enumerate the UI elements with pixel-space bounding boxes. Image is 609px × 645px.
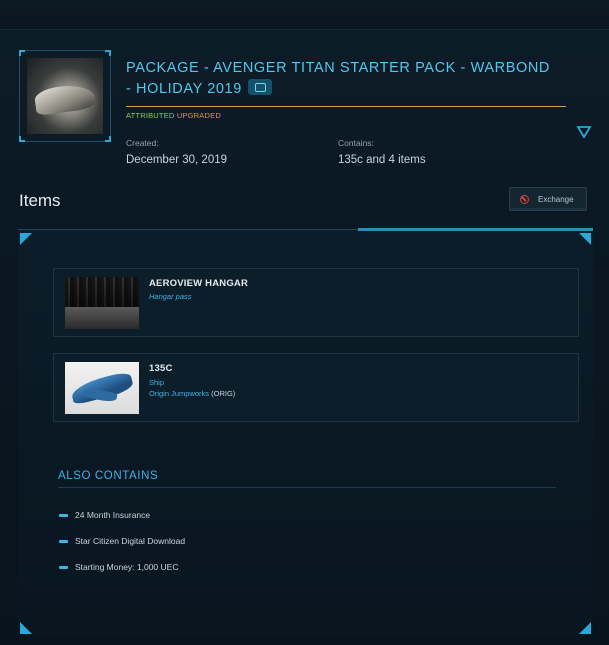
upgraded-flag: UPGRADED: [176, 111, 221, 120]
also-contains-item: Starting Money: 1,000 UEC: [75, 562, 179, 572]
gift-icon[interactable]: [247, 79, 272, 96]
no-entry-icon: [520, 194, 529, 204]
manufacturer-name: Origin Jumpworks: [149, 389, 210, 398]
contains-label: Contains:: [338, 138, 374, 148]
bullet-icon: [59, 566, 68, 569]
package-title: PACKAGE - AVENGER TITAN STARTER PACK - W…: [126, 58, 556, 100]
also-contains-heading: ALSO CONTAINS: [58, 470, 159, 482]
frame-corner: [19, 136, 25, 142]
package-thumbnail[interactable]: [19, 50, 111, 142]
item-type: Ship: [149, 378, 165, 387]
created-label: Created:: [126, 138, 159, 148]
ship-shape: [33, 81, 97, 117]
hangar-thumbnail: [65, 277, 139, 329]
item-type: Hangar pass: [149, 292, 192, 301]
title-divider: [126, 106, 566, 107]
panel-accent-line: [358, 228, 593, 231]
package-flags: ATTRIBUTED UPGRADED: [126, 111, 221, 120]
contains-value: 135c and 4 items: [338, 154, 426, 166]
ship-thumbnail: [65, 362, 139, 414]
attributed-flag: ATTRIBUTED: [126, 111, 175, 120]
also-contains-item: Star Citizen Digital Download: [75, 536, 186, 546]
panel-corner: [20, 233, 32, 245]
exchange-button[interactable]: Exchange: [509, 187, 587, 211]
panel-corner: [20, 622, 32, 634]
list-item[interactable]: 135C Ship Origin Jumpworks (ORIG): [53, 353, 579, 422]
top-bar: [0, 0, 609, 30]
panel-corner: [579, 622, 591, 634]
item-manufacturer: Origin Jumpworks (ORIG): [149, 389, 235, 398]
bullet-icon: [59, 514, 68, 517]
list-item[interactable]: AEROVIEW HANGAR Hangar pass: [53, 268, 579, 337]
panel-corner: [579, 233, 591, 245]
manufacturer-code: (ORIG): [211, 389, 236, 398]
item-name: 135C: [149, 363, 173, 374]
items-panel: AEROVIEW HANGAR Hangar pass 135C Ship Or…: [18, 228, 593, 637]
ship-thumbnail-image: [27, 58, 103, 134]
item-name: AEROVIEW HANGAR: [149, 278, 249, 289]
exchange-label: Exchange: [538, 194, 574, 204]
also-contains-item: 24 Month Insurance: [75, 510, 151, 520]
frame-corner: [105, 50, 111, 56]
bullet-icon: [59, 540, 68, 543]
frame-corner: [105, 136, 111, 142]
frame-corner: [19, 50, 25, 56]
package-title-text: PACKAGE - AVENGER TITAN STARTER PACK - W…: [126, 60, 550, 97]
also-contains-divider: [58, 487, 556, 488]
chevron-down-icon[interactable]: [576, 124, 592, 140]
created-value: December 30, 2019: [126, 154, 228, 166]
items-heading: Items: [19, 191, 61, 210]
